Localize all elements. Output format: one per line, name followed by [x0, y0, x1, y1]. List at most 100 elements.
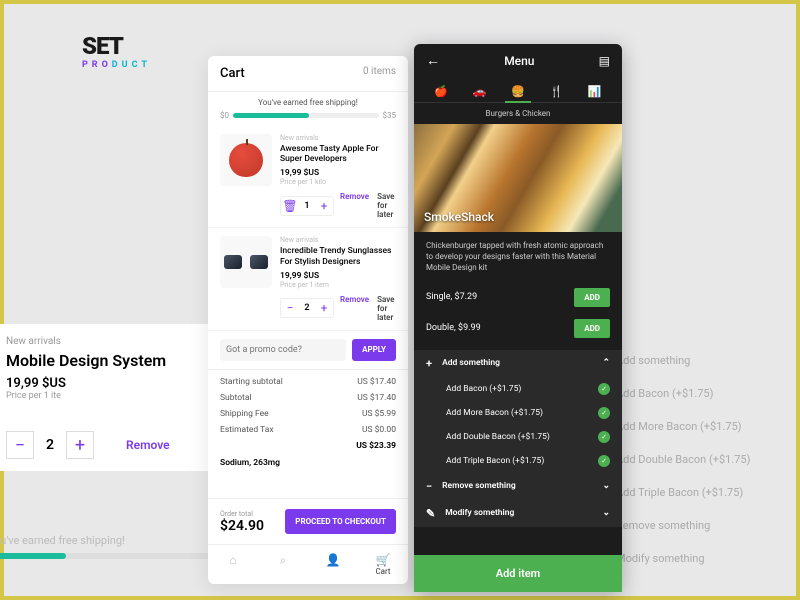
menu-header: ← Menu ▤ — [414, 44, 622, 77]
add-button[interactable]: ADD — [574, 288, 610, 307]
bg-shipping-bar: ou've earned free shipping! $35 — [0, 534, 234, 559]
list-item[interactable]: Add Bacon (+$1.75) — [616, 377, 776, 410]
minus-button[interactable]: − — [281, 299, 299, 317]
menu-panel: ← Menu ▤ 🍎 🚗 🍔 🍴 📊 Burgers & Chicken Smo… — [414, 44, 622, 592]
item-name: Incredible Trendy Sunglasses For Stylish… — [280, 246, 396, 266]
extra-item[interactable]: Add Bacon (+$1.75)✓ — [414, 377, 622, 401]
tab-burger[interactable]: 🍔 — [505, 81, 531, 102]
bg-product-card: New arrivals Mobile Design System 19,99 … — [0, 324, 214, 471]
item-image — [220, 134, 272, 186]
bg-sub: Price per 1 ite — [6, 391, 202, 401]
item-price: 19,99 $US — [280, 168, 396, 178]
item-price: 19,99 $US — [280, 271, 396, 281]
menu-item-image: SmokeShack — [414, 124, 622, 232]
qty-stepper: − 2 + — [280, 298, 334, 318]
plus-icon: + — [426, 357, 432, 370]
sodium-text: Sodium, 263mg — [220, 458, 396, 468]
list-item[interactable]: Add something — [616, 344, 776, 377]
home-icon: ⌂ — [208, 553, 258, 567]
logo-sub: PRODUCT — [82, 60, 151, 70]
extra-item[interactable]: Add Double Bacon (+$1.75)✓ — [414, 425, 622, 449]
bg-shipping-text: ou've earned free shipping! — [0, 534, 234, 547]
cart-header: Cart 0 items — [208, 56, 408, 92]
checkout-button[interactable]: PROCEED TO CHECKOUT — [285, 509, 396, 534]
cart-title: Cart — [220, 66, 245, 81]
cart-bottom-nav: ⌂ ⌕ 👤 🛒Cart — [208, 544, 408, 584]
cart-footer: Order total $24.90 PROCEED TO CHECKOUT — [208, 498, 408, 544]
bg-title: Mobile Design System — [6, 351, 202, 370]
back-icon[interactable]: ← — [426, 52, 440, 69]
save-link[interactable]: Save for later — [377, 192, 396, 219]
add-item-button[interactable]: Add item — [414, 555, 622, 592]
delete-icon[interactable]: 🗑 — [281, 197, 299, 215]
menu-desc: Chickenburger tapped with fresh atomic a… — [414, 232, 622, 282]
cart-icon: 🛒 — [358, 553, 408, 567]
order-total: $24.90 — [220, 518, 264, 534]
menu-item-name: SmokeShack — [424, 210, 494, 224]
chevron-down-icon: ⌄ — [602, 481, 610, 491]
cart-shipping: You've earned free shipping! $0 $35 — [208, 92, 408, 126]
receipt-icon[interactable]: ▤ — [599, 54, 610, 68]
menu-extras: + Add something ⌃ Add Bacon (+$1.75)✓ Ad… — [414, 350, 622, 527]
remove-link[interactable]: Remove — [340, 295, 369, 322]
extras-modify-header[interactable]: ✎ Modify something ⌄ — [414, 500, 622, 527]
remove-link[interactable]: Remove — [126, 438, 170, 452]
extra-item[interactable]: Add Triple Bacon (+$1.75)✓ — [414, 449, 622, 473]
cart-item: New arrivals Incredible Trendy Sunglasse… — [208, 228, 408, 330]
plus-button[interactable]: + — [315, 197, 333, 215]
tab-icon[interactable]: 🍎 — [428, 81, 454, 102]
nav-search[interactable]: ⌕ — [258, 545, 308, 584]
bg-qty-row: − 2 + Remove — [6, 431, 202, 459]
bg-tag: New arrivals — [6, 336, 202, 347]
extras-remove-header[interactable]: − Remove something ⌄ — [414, 473, 622, 500]
check-icon: ✓ — [598, 407, 610, 419]
nav-cart[interactable]: 🛒Cart — [358, 545, 408, 584]
menu-title: Menu — [504, 54, 534, 68]
search-icon: ⌕ — [258, 553, 308, 568]
chevron-up-icon: ⌃ — [602, 358, 610, 368]
plus-button[interactable]: + — [315, 299, 333, 317]
sunglasses-icon — [224, 253, 268, 271]
nav-account[interactable]: 👤 — [308, 545, 358, 584]
cart-count: 0 items — [363, 66, 396, 81]
check-icon: ✓ — [598, 431, 610, 443]
list-item[interactable]: Add More Bacon (+$1.75) — [616, 410, 776, 443]
menu-option: Single, $7.29 ADD — [426, 282, 610, 313]
bg-price: 19,99 $US — [6, 376, 202, 391]
qty-value: 2 — [46, 437, 54, 453]
tab-icon[interactable]: 🚗 — [467, 81, 493, 102]
logo: SET PRODUCT — [82, 32, 151, 70]
list-item[interactable]: Remove something — [616, 509, 776, 542]
extra-item[interactable]: Add More Bacon (+$1.75)✓ — [414, 401, 622, 425]
add-button[interactable]: ADD — [574, 319, 610, 338]
tab-icon[interactable]: 🍴 — [544, 81, 570, 102]
bg-shipping-track: $35 — [0, 553, 234, 559]
ship-text: You've earned free shipping! — [220, 98, 396, 107]
cart-panel: Cart 0 items You've earned free shipping… — [208, 56, 408, 584]
check-icon: ✓ — [598, 455, 610, 467]
save-link[interactable]: Save for later — [377, 295, 396, 322]
cart-item: New arrivals Awesome Tasty Apple For Sup… — [208, 126, 408, 228]
tab-icon[interactable]: 📊 — [582, 81, 608, 102]
cart-summary: Starting subtotalUS $17.40 SubtotalUS $1… — [208, 370, 408, 472]
item-name: Awesome Tasty Apple For Super Developers — [280, 144, 396, 164]
nav-home[interactable]: ⌂ — [208, 545, 258, 584]
minus-icon: − — [426, 480, 432, 493]
list-item[interactable]: Modify something — [616, 542, 776, 575]
list-item[interactable]: Add Double Bacon (+$1.75) — [616, 443, 776, 476]
remove-link[interactable]: Remove — [340, 192, 369, 219]
promo-input[interactable] — [220, 339, 346, 361]
item-image — [220, 236, 272, 288]
list-item[interactable]: Add Triple Bacon (+$1.75) — [616, 476, 776, 509]
apply-button[interactable]: APPLY — [352, 339, 396, 361]
minus-button[interactable]: − — [6, 431, 34, 459]
menu-category: Burgers & Chicken — [414, 103, 622, 124]
extras-add-header[interactable]: + Add something ⌃ — [414, 350, 622, 377]
menu-tabs: 🍎 🚗 🍔 🍴 📊 — [414, 77, 622, 103]
ship-progress — [233, 113, 379, 118]
promo-row: APPLY — [208, 331, 408, 370]
bg-extras-list: Add something Add Bacon (+$1.75) Add Mor… — [616, 344, 776, 575]
qty-stepper: 🗑 1 + — [280, 196, 334, 216]
plus-button[interactable]: + — [66, 431, 94, 459]
check-icon: ✓ — [598, 383, 610, 395]
